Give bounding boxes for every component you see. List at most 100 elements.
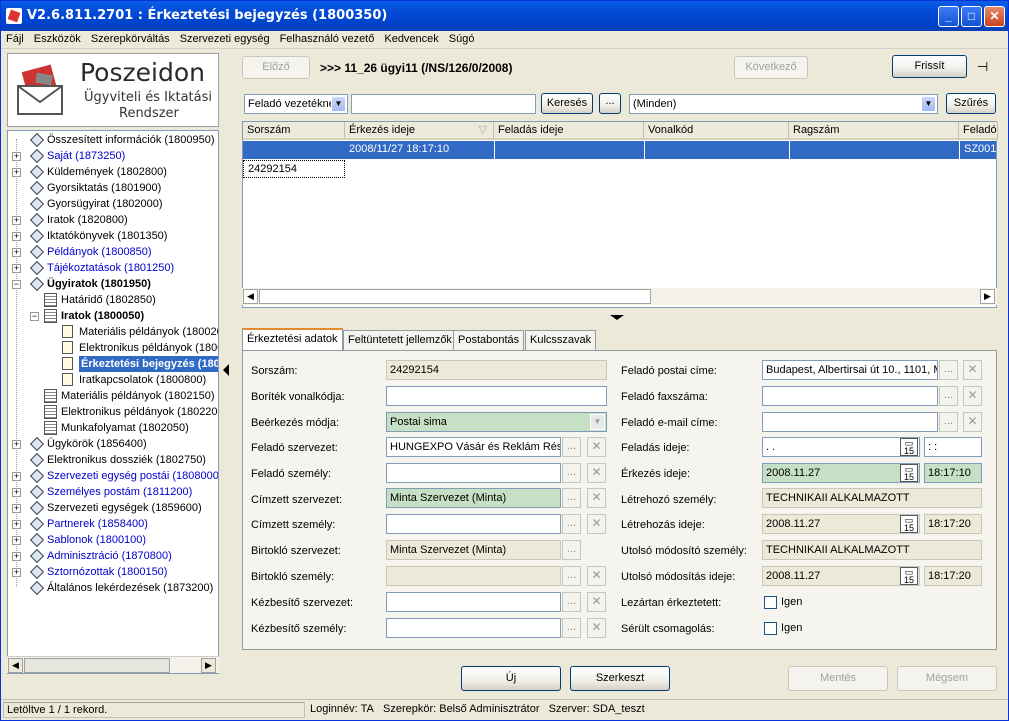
expand-icon[interactable]: + — [12, 248, 21, 257]
lookup-button[interactable]: ... — [562, 592, 581, 612]
scroll-thumb[interactable] — [24, 658, 170, 673]
felado-postai-cim-input[interactable]: Budapest, Albertirsai út 10., 1101, M — [762, 360, 938, 380]
new-button[interactable]: Új — [461, 666, 561, 691]
menu-sugo[interactable]: Súgó — [444, 31, 480, 45]
grid-horizontal-scrollbar[interactable]: ◀ ▶ — [242, 288, 997, 305]
lookup-button[interactable]: ... — [562, 566, 581, 586]
search-field-select[interactable]: Feladó vezetékne ▼ — [244, 94, 348, 114]
lookup-button[interactable]: ... — [939, 412, 958, 432]
felado-szemely-input[interactable] — [386, 463, 561, 483]
table-cell[interactable] — [644, 141, 789, 159]
calendar-icon[interactable]: ▭ 15 — [900, 515, 918, 533]
expand-icon[interactable]: + — [12, 552, 21, 561]
kezbesito-szervezet-input[interactable] — [386, 592, 561, 612]
clear-icon[interactable]: ✕ — [587, 514, 606, 534]
splitter-down-arrow-icon[interactable] — [603, 314, 633, 321]
lookup-button[interactable]: ... — [562, 514, 581, 534]
calendar-icon[interactable]: ▭ 15 — [900, 438, 918, 456]
lookup-button[interactable]: ... — [939, 360, 958, 380]
table-cell[interactable]: 2008/11/27 18:17:10 — [345, 141, 494, 159]
tab-kulcsszavak[interactable]: Kulcsszavak — [525, 330, 597, 350]
table-cell[interactable] — [494, 141, 644, 159]
search-button[interactable]: Keresés — [541, 93, 593, 114]
lookup-button[interactable]: ... — [562, 463, 581, 483]
cimzett-szemely-input[interactable] — [386, 514, 561, 534]
calendar-icon[interactable]: ▭ 15 — [900, 464, 918, 482]
column-header[interactable]: Érkezés ideje ▽ — [345, 122, 494, 140]
column-header[interactable]: Sorszám — [243, 122, 345, 140]
expand-icon[interactable]: + — [12, 488, 21, 497]
expand-icon[interactable]: + — [12, 568, 21, 577]
table-cell[interactable]: SZ001 — [959, 141, 996, 159]
menu-fajl[interactable]: Fájl — [1, 31, 29, 45]
lezartan-checkbox[interactable] — [764, 596, 777, 609]
edit-button[interactable]: Szerkeszt — [570, 666, 670, 691]
lookup-button[interactable]: ... — [562, 488, 581, 508]
clear-icon[interactable]: ✕ — [963, 386, 982, 406]
cancel-button[interactable]: Mégsem — [897, 666, 997, 691]
lookup-button[interactable]: ... — [562, 437, 581, 457]
lookup-button[interactable]: ... — [939, 386, 958, 406]
column-header[interactable]: Ragszám — [789, 122, 959, 140]
tree-horizontal-scrollbar[interactable]: ◀ ▶ — [7, 656, 219, 673]
serult-csomagolas-checkbox[interactable] — [764, 622, 777, 635]
expand-icon[interactable]: + — [12, 216, 21, 225]
tab-postabontas[interactable]: Postabontás — [453, 330, 525, 350]
felado-fax-input[interactable] — [762, 386, 938, 406]
lookup-button[interactable]: ... — [562, 540, 581, 560]
expand-icon[interactable]: + — [12, 264, 21, 273]
felado-email-input[interactable] — [762, 412, 938, 432]
erkezes-datum-input[interactable]: 2008.11.27 — [762, 463, 920, 483]
table-cell[interactable] — [789, 141, 959, 159]
column-header[interactable]: Feladó — [959, 122, 998, 140]
expand-icon[interactable]: + — [12, 440, 21, 449]
more-button[interactable]: ... — [599, 93, 621, 114]
feladas-datum-input[interactable]: . . — [762, 437, 920, 457]
menu-szerepkorvaltas[interactable]: Szerepkörváltás — [86, 31, 175, 45]
scroll-right-icon[interactable]: ▶ — [201, 658, 216, 673]
menu-szervezeti-egyseg[interactable]: Szervezeti egység — [175, 31, 275, 45]
column-header[interactable]: Feladás ideje — [494, 122, 644, 140]
collapse-icon[interactable]: − — [30, 312, 39, 321]
expand-icon[interactable]: + — [12, 168, 21, 177]
lookup-button[interactable]: ... — [562, 618, 581, 638]
panel-collapse-arrow-icon[interactable] — [221, 361, 231, 381]
calendar-icon[interactable]: ▭ 15 — [900, 567, 918, 585]
kezbesito-szemely-input[interactable] — [386, 618, 561, 638]
scroll-left-icon[interactable]: ◀ — [8, 658, 23, 673]
clear-icon[interactable]: ✕ — [587, 618, 606, 638]
expand-icon[interactable]: + — [12, 472, 21, 481]
scroll-thumb[interactable] — [259, 289, 651, 304]
refresh-button[interactable]: Frissít — [892, 55, 967, 78]
filter-button[interactable]: Szűrés — [946, 93, 996, 114]
expand-icon[interactable]: + — [12, 520, 21, 529]
dropdown-arrow-icon[interactable]: ▼ — [331, 96, 346, 112]
expand-icon[interactable]: + — [12, 232, 21, 241]
scroll-left-icon[interactable]: ◀ — [243, 289, 258, 304]
expand-icon[interactable]: + — [12, 504, 21, 513]
clear-icon[interactable]: ✕ — [587, 437, 606, 457]
pin-icon[interactable]: ⊣ — [977, 59, 988, 75]
maximize-button[interactable]: □ — [961, 6, 982, 27]
tab-feltuntetett-jellemzok[interactable]: Feltüntetett jellemzők — [343, 330, 457, 350]
save-button[interactable]: Mentés — [788, 666, 888, 691]
clear-icon[interactable]: ✕ — [587, 488, 606, 508]
erkezes-ido-input[interactable]: 18:17:10 — [924, 463, 982, 483]
clear-icon[interactable]: ✕ — [587, 463, 606, 483]
table-cell[interactable]: 24292154 — [243, 160, 345, 178]
clear-icon[interactable]: ✕ — [587, 566, 606, 586]
dropdown-arrow-icon[interactable]: ▼ — [921, 96, 936, 112]
beerkezes-modja-select[interactable]: Postai sima ▼ — [386, 412, 607, 432]
collapse-icon[interactable]: − — [12, 280, 21, 289]
dropdown-arrow-icon[interactable]: ▼ — [590, 414, 605, 430]
cimzett-szervezet-input[interactable]: Minta Szervezet (Minta) — [386, 488, 561, 508]
table-row[interactable]: 24292154 2008/11/27 18:17:10 SZ001 — [243, 141, 996, 178]
boritek-vonalkod-input[interactable] — [386, 386, 607, 406]
filter-select[interactable]: (Minden) ▼ — [629, 94, 938, 114]
prev-button[interactable]: Előző — [242, 56, 310, 79]
clear-icon[interactable]: ✕ — [587, 592, 606, 612]
next-button[interactable]: Következő — [734, 56, 808, 79]
minimize-button[interactable]: _ — [938, 6, 959, 27]
expand-icon[interactable]: + — [12, 152, 21, 161]
felado-szervezet-input[interactable]: HUNGEXPO Vásár és Reklám Rész — [386, 437, 561, 457]
